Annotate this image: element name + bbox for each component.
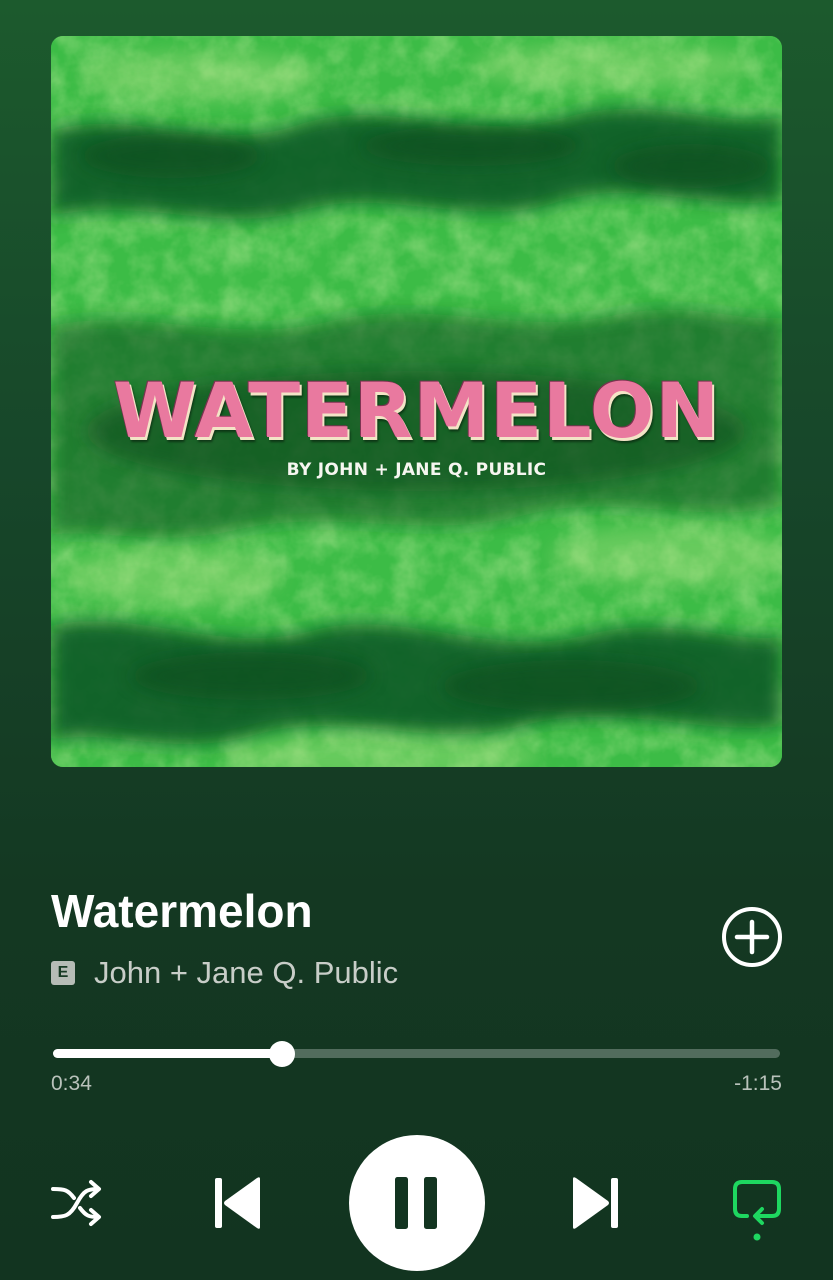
play-pause-button[interactable]	[349, 1135, 485, 1271]
repeat-active-dot	[753, 1233, 761, 1241]
shuffle-icon	[51, 1180, 101, 1226]
skip-next-icon	[573, 1177, 618, 1229]
skip-previous-icon	[215, 1177, 260, 1229]
album-art-title: WATERMELON	[112, 366, 721, 455]
track-title: Watermelon	[51, 885, 313, 937]
repeat-button[interactable]	[730, 1176, 784, 1242]
previous-track-button[interactable]	[212, 1175, 264, 1231]
progress-fill	[53, 1049, 282, 1058]
artist-name-link[interactable]: John + Jane Q. Public	[94, 955, 398, 991]
repeat-icon	[733, 1180, 781, 1241]
add-to-library-button[interactable]	[721, 906, 783, 968]
progress-thumb[interactable]	[269, 1040, 295, 1067]
progress-bar[interactable]	[53, 1040, 780, 1067]
next-track-button[interactable]	[569, 1175, 621, 1231]
time-remaining: -1:15	[734, 1072, 782, 1095]
shuffle-button[interactable]	[50, 1178, 104, 1228]
album-art: WATERMELON BY JOHN + JANE Q. PUBLIC	[51, 36, 782, 767]
add-circle-icon	[722, 907, 782, 967]
pause-icon	[395, 1177, 437, 1229]
time-elapsed: 0:34	[51, 1072, 92, 1095]
explicit-badge: E	[51, 961, 75, 985]
album-art-subtitle: BY JOHN + JANE Q. PUBLIC	[286, 460, 547, 480]
artist-row: E John + Jane Q. Public	[51, 953, 398, 993]
